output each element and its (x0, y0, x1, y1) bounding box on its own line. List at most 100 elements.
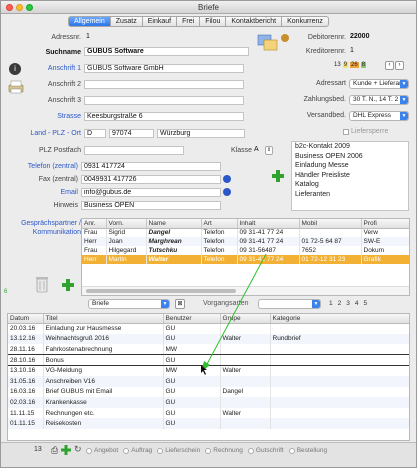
land-field[interactable]: D (84, 129, 106, 138)
mailing-list-item[interactable]: Händler Preisliste (295, 171, 405, 181)
partners-column-header[interactable]: Art (201, 219, 238, 229)
print-icon[interactable]: ⎙ (51, 445, 58, 456)
letter-cell: 16.03.16 (8, 386, 44, 398)
pager-item[interactable]: 4 (355, 300, 359, 307)
partner-cell: 09 31-41 77 24 (237, 237, 300, 246)
radio-rechnung[interactable]: Rechnung (205, 447, 243, 454)
anschrift2-label: Anschrift 2 (47, 81, 81, 88)
counter-2: 9 (342, 62, 349, 68)
anschrift3-field[interactable] (84, 96, 244, 105)
partners-column-header[interactable]: Vorn. (106, 219, 147, 229)
partners-column-header[interactable]: Profi (361, 219, 409, 229)
partners-column-header[interactable]: Name (146, 219, 202, 229)
letter-cell (220, 397, 271, 408)
telefon-field[interactable]: 0931 417724 (81, 162, 221, 171)
letter-cell (270, 323, 409, 334)
partner-cell: Dokum (361, 246, 409, 255)
zahlungsbed-select[interactable]: 30 T. N., 14 T. 2 % ▼ (349, 95, 409, 105)
adressart-select[interactable]: Kunde + Lieferant ▼ (349, 79, 409, 89)
tab-zusatz[interactable]: Zusatz (110, 16, 143, 27)
kreditorennr-field[interactable]: 1 (348, 47, 398, 56)
letter-row[interactable]: 01.11.15 Reisekosten GU (8, 418, 409, 429)
letter-cell: GU (163, 375, 221, 387)
liefersperre-checkbox[interactable]: Liefersperre (343, 128, 388, 135)
filter-clear-icon[interactable]: ⊠ (175, 299, 185, 309)
email-field[interactable]: info@gubus.de (81, 188, 221, 197)
anschrift1-label[interactable]: Anschrift 1 (21, 65, 81, 72)
tab-frei[interactable]: Frei (177, 16, 201, 27)
letter-row[interactable]: 31.05.16 Anschreiben V16 GU (8, 375, 409, 387)
suchname-field[interactable]: GUBUS Software (84, 47, 249, 56)
letter-cell (270, 354, 409, 366)
tab-einkauf[interactable]: Einkauf (142, 16, 178, 27)
letter-row[interactable]: 02.03.16 Krankenkasse GU (8, 397, 409, 408)
prev-icon[interactable]: ‹ (385, 61, 394, 70)
radio-label: Lieferschein (165, 447, 201, 454)
plz-field[interactable]: 97074 (109, 129, 154, 138)
klasse-stepper[interactable]: ⇕ (265, 146, 273, 155)
mailing-list[interactable]: b2c-Kontakt 2009 Business OPEN 2006 Einlad… (291, 141, 409, 211)
zahlungsbed-value: 30 T. N., 14 T. 2 % (353, 96, 406, 103)
letters-column-header[interactable]: Datum (8, 314, 44, 324)
radio-label: Angebot (94, 447, 119, 454)
partner-cell: Grafik (361, 255, 409, 264)
land-plz-ort-label[interactable]: Land - PLZ - Ort (11, 130, 81, 137)
next-icon[interactable]: › (395, 61, 404, 70)
mailing-list-item[interactable]: Lieferanten (295, 190, 405, 200)
pager-item[interactable]: 3 (346, 300, 350, 307)
radio-lieferschein[interactable]: Lieferschein (157, 447, 200, 454)
partners-column-header[interactable]: Anr. (82, 219, 107, 229)
tab-konkurrenz[interactable]: Konkurrenz (282, 16, 329, 27)
anschrift1-field[interactable]: GUBUS Software GmbH (84, 64, 244, 73)
letters-column-header[interactable]: Kategorie (270, 314, 409, 324)
letter-row[interactable]: 16.03.16 Brief GUBUS mit Email GU Dangel (8, 386, 409, 398)
address-card-icon[interactable] (257, 32, 279, 52)
partners-column-header[interactable]: Inhalt (237, 219, 300, 229)
postfach-field[interactable] (84, 146, 184, 155)
strasse-field[interactable]: Keesburgstraße 6 (84, 112, 244, 121)
info-icon[interactable]: i (9, 63, 21, 75)
letter-cell (270, 344, 409, 355)
mailing-list-item[interactable]: Einladung Messe (295, 161, 405, 171)
partners-column-header[interactable]: Mobil (299, 219, 362, 229)
partner-cell: Martin (106, 255, 147, 264)
hinweis-field[interactable]: Business OPEN (81, 201, 221, 210)
suchname-label: Suchname (45, 49, 81, 56)
strasse-label[interactable]: Strasse (21, 113, 81, 120)
letter-cell: 28.10.16 (8, 354, 44, 366)
window-title: Briefe (198, 3, 219, 12)
letter-row[interactable]: 11.11.15 Rechnungen etc. GU Walter (8, 407, 409, 419)
ort-field[interactable]: Würzburg (157, 129, 245, 138)
radio-gutschrift[interactable]: Gutschrift (247, 447, 284, 454)
fax-field[interactable]: 0049931 417726 (81, 175, 221, 184)
add-partner-icon[interactable] (61, 278, 75, 292)
add-mailing-icon[interactable] (271, 169, 285, 183)
refresh-icon[interactable]: ↻ (74, 444, 82, 455)
letter-filter-select[interactable]: Briefe ▼ (88, 299, 170, 309)
adressnr-field[interactable]: 1 (84, 33, 124, 42)
partner-row[interactable]: Herr Joan Marghrean Telefon 09 31-41 77 24 01… (82, 237, 409, 246)
radio-angebot[interactable]: Angebot (86, 447, 118, 454)
mailing-list-item[interactable]: Business OPEN 2006 (295, 152, 405, 162)
radio-auftrag[interactable]: Auftrag (123, 447, 152, 454)
tab-allgemein[interactable]: Allgemein (68, 16, 111, 27)
add-letter-icon[interactable] (61, 445, 71, 455)
pager-item[interactable]: 2 (338, 300, 342, 307)
letters-column-header[interactable]: Titel (43, 314, 164, 324)
trash-icon[interactable] (35, 275, 49, 293)
mailing-list-item[interactable]: b2c-Kontakt 2009 (295, 142, 405, 152)
klasse-field[interactable]: A (252, 146, 264, 155)
debitorennr-field[interactable]: 22000 (348, 33, 398, 42)
pager-item[interactable]: 5 (364, 300, 368, 307)
tab-filou[interactable]: Filou (200, 16, 227, 27)
mailing-list-item[interactable]: Katalog (295, 180, 405, 190)
tab-kontaktbericht[interactable]: Kontaktbericht (226, 16, 283, 27)
radio-circle (205, 447, 212, 454)
radio-bestellung[interactable]: Bestellung (288, 447, 327, 454)
partner-row[interactable]: Frau Sigrid Dangel Telefon 09 31-41 77 24 Ver… (82, 228, 409, 237)
anschrift2-field[interactable] (84, 80, 244, 89)
versandbed-select[interactable]: DHL Express ▼ (349, 111, 409, 121)
pager-item[interactable]: 1 (329, 300, 333, 307)
email-label[interactable]: Email (6, 189, 78, 196)
telefon-label[interactable]: Telefon (zentral) (6, 163, 78, 170)
